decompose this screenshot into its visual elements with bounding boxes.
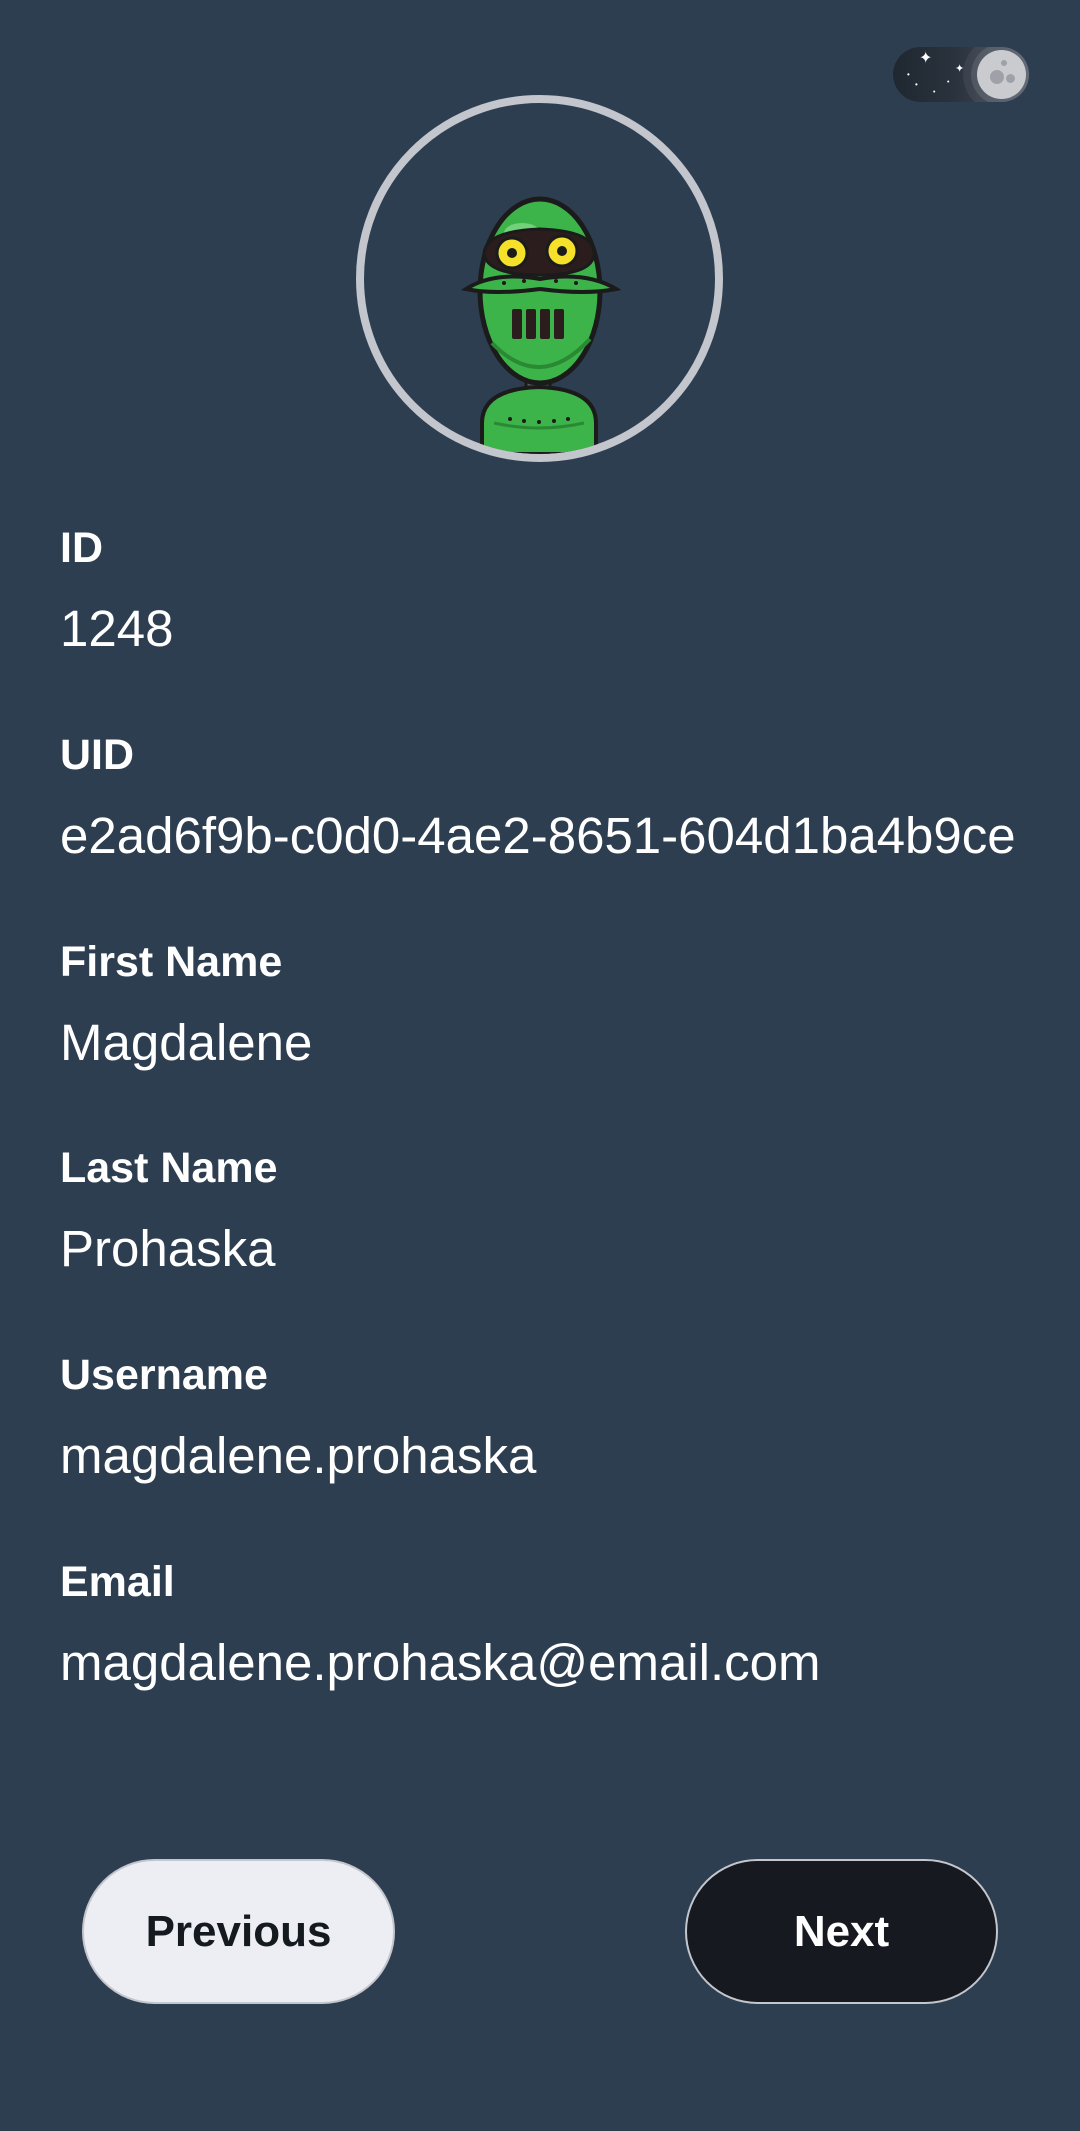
next-button[interactable]: Next bbox=[685, 1859, 998, 2004]
field-value: Magdalene bbox=[60, 1014, 313, 1071]
previous-button[interactable]: Previous bbox=[82, 1859, 395, 2004]
field-label: Last Name bbox=[60, 1144, 278, 1192]
field-label: ID bbox=[60, 524, 103, 572]
avatar bbox=[356, 95, 723, 462]
star-icon: ✦ bbox=[919, 50, 933, 67]
field-label: Email bbox=[60, 1558, 175, 1606]
field-label: First Name bbox=[60, 938, 283, 986]
star-icon: • bbox=[947, 79, 950, 86]
star-icon: • bbox=[907, 70, 910, 79]
field-value: e2ad6f9b-c0d0-4ae2-8651-604d1ba4b9ce bbox=[60, 807, 1016, 864]
star-icon: • bbox=[915, 80, 918, 89]
field-last-name: Last Name Prohaska bbox=[60, 1143, 277, 1279]
field-value: Prohaska bbox=[60, 1220, 276, 1277]
field-value: magdalene.prohaska@email.com bbox=[60, 1634, 821, 1691]
field-label: UID bbox=[60, 731, 135, 779]
moon-icon bbox=[977, 50, 1026, 99]
field-value: 1248 bbox=[60, 600, 174, 657]
field-id: ID 1248 bbox=[60, 523, 173, 659]
field-first-name: First Name Magdalene bbox=[60, 937, 312, 1073]
field-username: Username magdalene.prohaska bbox=[60, 1350, 536, 1486]
field-label: Username bbox=[60, 1351, 268, 1399]
field-email: Email magdalene.prohaska@email.com bbox=[60, 1557, 821, 1693]
theme-toggle[interactable]: • ✦ • • ✦ • bbox=[893, 47, 1029, 102]
robot-avatar-icon bbox=[460, 196, 622, 454]
star-icon: ✦ bbox=[955, 63, 965, 75]
star-icon: • bbox=[933, 89, 936, 96]
field-value: magdalene.prohaska bbox=[60, 1427, 537, 1484]
field-uid: UID e2ad6f9b-c0d0-4ae2-8651-604d1ba4b9ce bbox=[60, 730, 1016, 866]
